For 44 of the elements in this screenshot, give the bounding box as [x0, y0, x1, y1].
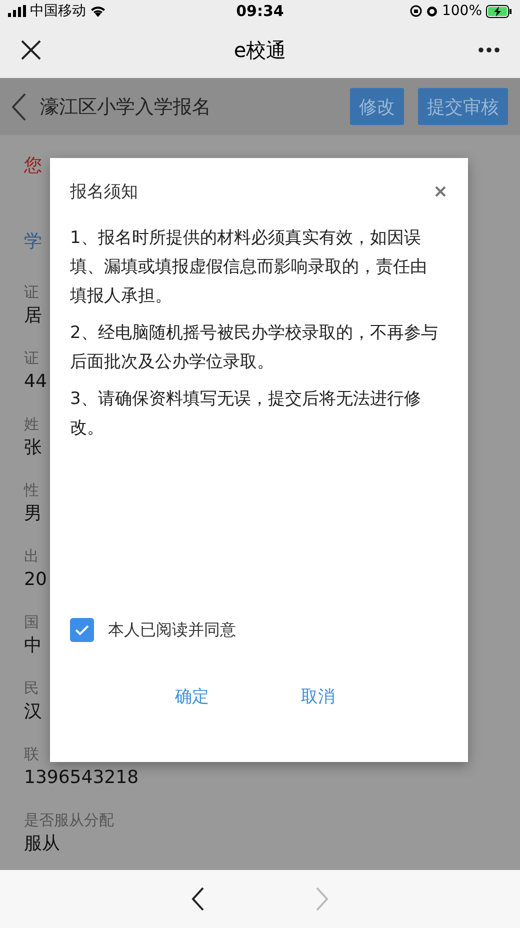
- alarm-icon: [426, 5, 438, 17]
- field-value: 20: [24, 569, 47, 591]
- edit-button[interactable]: 修改: [350, 88, 404, 125]
- notice-paragraph: 3、请确保资料填写无误，提交后将无法进行修改。: [70, 388, 422, 440]
- field-label: 国: [24, 613, 39, 631]
- field-value: 张: [24, 437, 42, 459]
- field-label: 是否服从分配: [24, 811, 114, 829]
- signal-icon: [8, 5, 26, 17]
- agree-checkbox[interactable]: [70, 618, 94, 642]
- field-value: 服从: [24, 833, 60, 855]
- confirm-button[interactable]: 确定: [167, 680, 217, 712]
- page-title: 濠江区小学入学报名: [40, 94, 212, 120]
- battery-percent: 100%: [442, 3, 482, 19]
- cancel-button[interactable]: 取消: [293, 680, 343, 712]
- battery-charging-icon: [486, 4, 512, 18]
- field-label: 证: [24, 283, 39, 301]
- check-icon: [75, 625, 89, 635]
- field-value: 1396543218: [24, 767, 139, 789]
- field-value: 中: [24, 635, 42, 657]
- more-icon[interactable]: [478, 47, 500, 53]
- field-label: 证: [24, 349, 39, 367]
- app-title: e校通: [234, 36, 286, 64]
- section-title: 学: [24, 230, 42, 253]
- notice-paragraph: 2、经电脑随机摇号被民办学校录取的，不再参与后面批次及公办学位录取。: [70, 322, 439, 374]
- field-value: 男: [24, 503, 42, 525]
- notice-text: 您: [24, 154, 42, 177]
- field-value: 居: [24, 305, 42, 327]
- field-label: 姓: [24, 415, 39, 433]
- notice-paragraph: 1、报名时所提供的材料必须真实有效，如因误填、漏填或填报虚假信息而影响录取的，责任由填报人承担。: [70, 227, 428, 308]
- field-label: 出: [24, 547, 39, 565]
- field-label: 民: [24, 679, 39, 697]
- wifi-icon: [90, 5, 106, 17]
- back-icon[interactable]: [191, 887, 205, 911]
- rotation-lock-icon: [410, 5, 422, 17]
- carrier-name: 中国移动: [30, 2, 86, 20]
- submit-button[interactable]: 提交审核: [418, 88, 508, 125]
- field-value: 汉: [24, 701, 42, 723]
- agree-label: 本人已阅读并同意: [108, 620, 236, 640]
- dialog-title: 报名须知: [70, 180, 138, 202]
- close-icon[interactable]: [20, 39, 42, 61]
- field-value: 44: [24, 371, 47, 393]
- status-time: 09:34: [236, 2, 284, 20]
- field-label: 联: [24, 745, 39, 763]
- field-label: 性: [24, 481, 39, 499]
